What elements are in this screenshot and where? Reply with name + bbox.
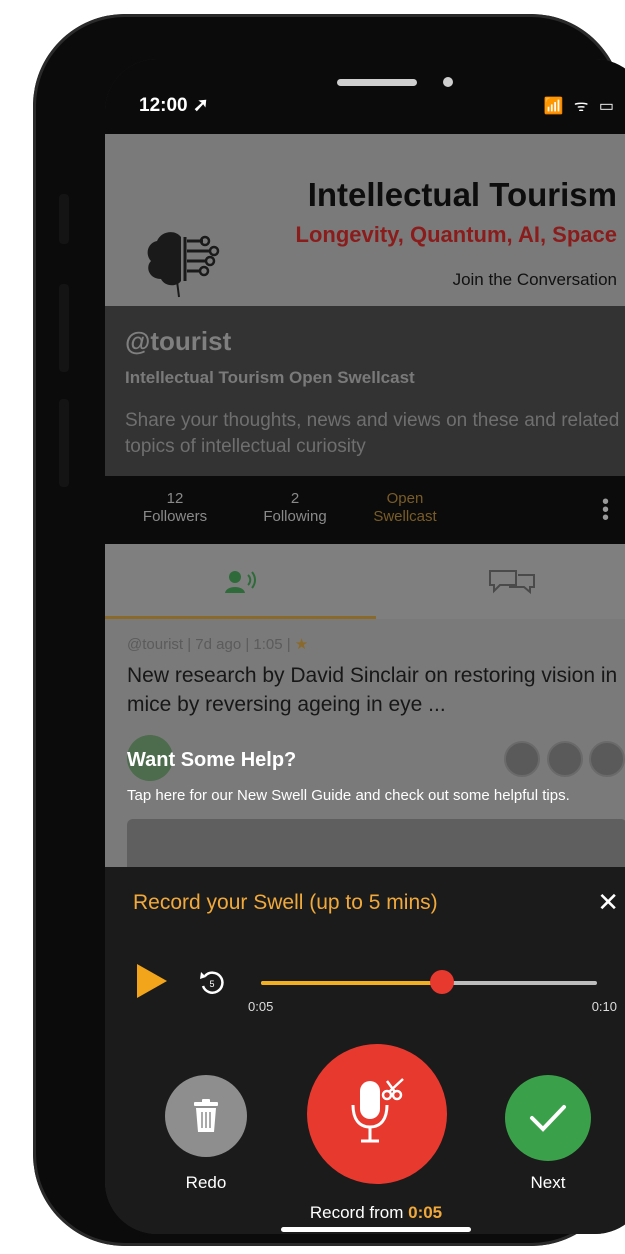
microphone-scissors-icon xyxy=(351,1078,404,1143)
record-from-prefix: Record from xyxy=(309,1203,404,1222)
status-icons: 📶 ᯤ ▭ xyxy=(543,98,617,115)
brain-logo-icon xyxy=(147,232,220,298)
next-button[interactable] xyxy=(505,1075,591,1161)
followers-stat[interactable]: 12 Followers xyxy=(125,490,225,526)
banner-title: Intellectual Tourism xyxy=(307,176,617,213)
status-time: 12:00 ➚ xyxy=(139,95,209,116)
help-body: Tap here for our New Swell Guide and che… xyxy=(127,787,570,804)
redo-button[interactable] xyxy=(165,1075,247,1157)
volume-down-button xyxy=(59,399,69,487)
star-icon: ★ xyxy=(294,636,309,653)
profile-name: Intellectual Tourism Open Swellcast xyxy=(125,368,415,387)
open-swellcast-badge[interactable]: Open Swellcast xyxy=(355,490,455,526)
earpiece-speaker xyxy=(337,79,417,86)
record-sheet: Record your Swell (up to 5 mins) ✕ 5 0:0… xyxy=(105,867,625,1234)
replay-icon[interactable]: 5 xyxy=(197,967,227,997)
screen: 12:00 ➚ 📶 ᯤ ▭ Intellectual Tourism Longe… xyxy=(105,59,625,1234)
profile-description: Share your thoughts, news and views on t… xyxy=(125,410,620,457)
followers-count: 12 xyxy=(166,490,184,507)
open-label: Open xyxy=(386,490,424,507)
next-label: Next xyxy=(530,1173,566,1192)
banner-cta: Join the Conversation xyxy=(452,270,617,289)
following-stat[interactable]: 2 Following xyxy=(245,490,345,526)
help-tooltip[interactable]: Want Some Help? Tap here for our New Swe… xyxy=(127,749,625,806)
following-count: 2 xyxy=(290,490,300,507)
audio-scrubber[interactable] xyxy=(261,970,597,994)
record-from-time: 0:05 xyxy=(408,1203,443,1222)
following-label: Following xyxy=(263,508,327,525)
banner-subtitle: Longevity, Quantum, AI, Space xyxy=(295,222,618,247)
mute-switch xyxy=(59,194,69,244)
tab-conversations[interactable] xyxy=(376,544,625,619)
more-options-icon[interactable]: • • • xyxy=(602,492,609,528)
profile-info: @tourist Intellectual Tourism Open Swell… xyxy=(105,306,625,476)
front-camera xyxy=(443,77,453,87)
followers-label: Followers xyxy=(142,508,208,525)
svg-text:5: 5 xyxy=(209,979,214,989)
max-time: 0:10 xyxy=(591,999,617,1014)
post-meta-text: @tourist | 7d ago | 1:05 | xyxy=(127,636,291,653)
phone-frame: 12:00 ➚ 📶 ᯤ ▭ Intellectual Tourism Longe… xyxy=(33,14,625,1246)
swellcast-label: Swellcast xyxy=(373,508,437,525)
redo-label: Redo xyxy=(185,1173,227,1192)
close-icon[interactable]: ✕ xyxy=(597,887,619,918)
play-icon[interactable] xyxy=(135,962,169,1000)
profile-stats: 12 Followers 2 Following Open Swellcast … xyxy=(105,476,625,544)
record-button[interactable] xyxy=(307,1044,447,1184)
trash-icon xyxy=(194,1099,218,1132)
record-title: Record your Swell (up to 5 mins) xyxy=(133,891,438,914)
help-title: Want Some Help? xyxy=(127,749,297,771)
speaking-person-icon xyxy=(224,570,256,593)
post-meta: @tourist | 7d ago | 1:05 | ★ xyxy=(127,635,308,653)
post-title: New research by David Sinclair on restor… xyxy=(127,664,618,716)
record-from-text: Record from 0:05 xyxy=(105,1203,625,1223)
content-tabs xyxy=(105,544,625,620)
chat-bubbles-icon xyxy=(488,569,535,594)
volume-up-button xyxy=(59,284,69,372)
tab-swells[interactable] xyxy=(105,544,376,619)
checkmark-icon xyxy=(530,1105,566,1132)
scrubber-handle[interactable] xyxy=(430,970,455,994)
status-bar: 12:00 ➚ 📶 ᯤ ▭ xyxy=(105,59,625,134)
profile-handle: @tourist xyxy=(125,326,232,356)
current-time: 0:05 xyxy=(248,999,274,1014)
scrubber-progress xyxy=(261,981,443,985)
home-indicator[interactable] xyxy=(281,1227,471,1232)
